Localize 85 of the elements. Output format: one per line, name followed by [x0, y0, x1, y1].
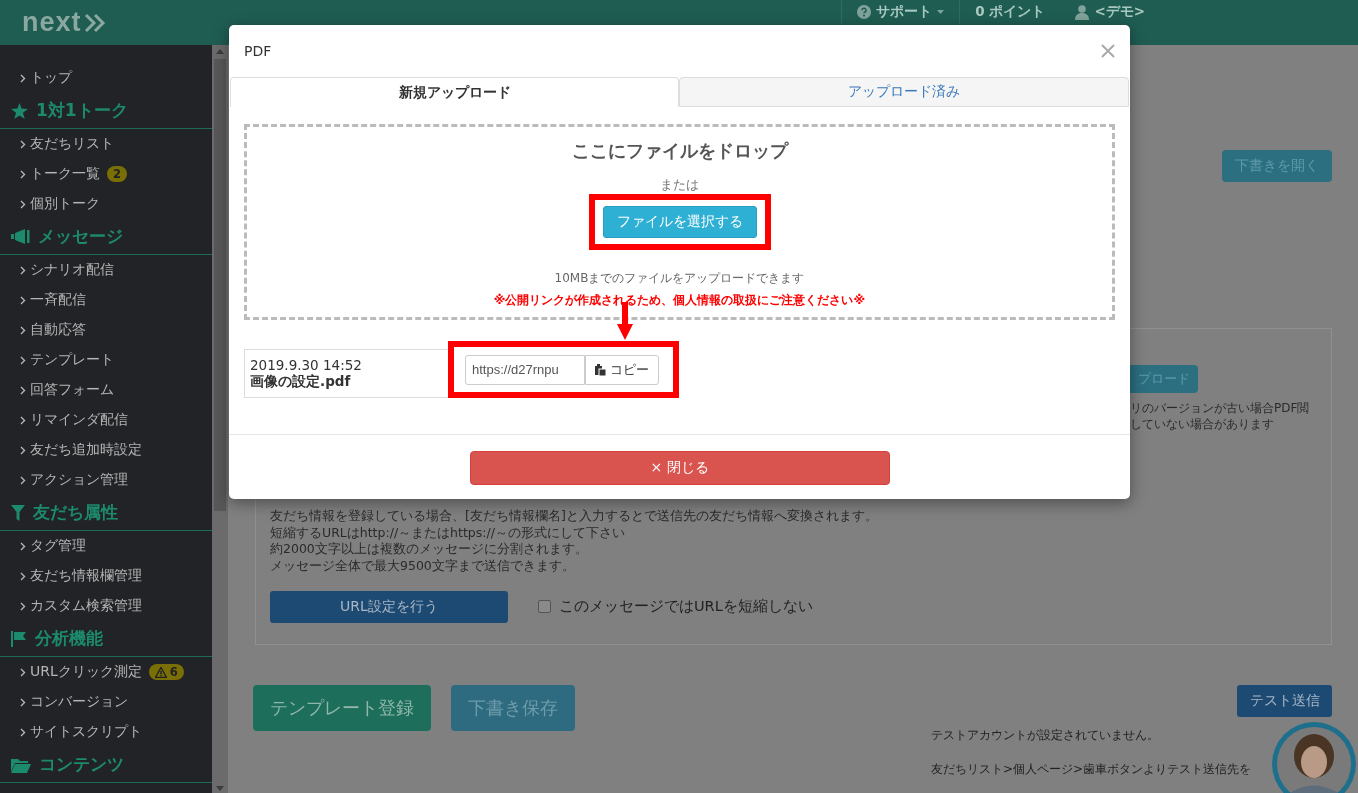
section-heading: コンテンツ: [39, 753, 124, 776]
file-date: 2019.9.30 14:52: [250, 356, 363, 373]
double-chevron-icon: [83, 12, 106, 33]
sidebar-item[interactable]: 友だち情報欄管理: [30, 567, 142, 585]
close-icon[interactable]: [1101, 44, 1115, 58]
tab[interactable]: 新規アップロード: [230, 77, 679, 107]
help-text: メッセージ全体で最大9500文字まで送信できます。: [270, 558, 576, 575]
test-send-button[interactable]: テスト送信: [1237, 685, 1332, 717]
test-note-text: 友だちリスト>個人ページ>歯車ボタンよりテスト送信先を: [931, 761, 1253, 778]
sidebar-item[interactable]: タグ管理: [30, 537, 86, 555]
filter-icon: [11, 504, 25, 521]
chevron-icon: [20, 199, 26, 209]
help-text: 短縮するURLはhttp://～またはhttps://～の形式にして下さい: [270, 524, 626, 542]
chevron-icon: [20, 325, 26, 335]
sidebar-item[interactable]: 友だち追加時設定: [30, 441, 142, 459]
megaphone-icon: [11, 229, 30, 244]
chevron-icon: [20, 265, 26, 275]
chevron-icon: [20, 295, 26, 305]
points-link[interactable]: 0 ポイント: [959, 0, 1061, 24]
chevron-icon: [20, 415, 26, 425]
sidebar-item[interactable]: 回答フォーム: [30, 381, 114, 399]
user-menu[interactable]: <デモ>: [1060, 0, 1160, 24]
copy-button[interactable]: コピー: [585, 354, 659, 385]
drop-zone-title: ここにファイルをドロップ: [571, 140, 788, 163]
chevron-icon: [20, 667, 26, 677]
sidebar-item[interactable]: トップ: [30, 69, 72, 87]
caret-icon: [937, 10, 945, 14]
sidebar-item[interactable]: トーク一覧: [30, 165, 100, 183]
sidebar-item[interactable]: リマインダ配信: [30, 411, 128, 429]
chevron-icon: [20, 475, 26, 485]
or-text: または: [660, 177, 699, 194]
chevron-icon: [20, 697, 26, 707]
star-icon: [11, 102, 28, 119]
user-icon: [1075, 4, 1090, 20]
scrollbar[interactable]: [212, 45, 228, 793]
checkbox[interactable]: [538, 600, 551, 614]
warning-icon: [154, 666, 167, 678]
url-settings-button[interactable]: URL設定を行う: [270, 590, 508, 623]
sidebar-item[interactable]: 個別トーク: [30, 195, 100, 213]
help-text: 友だち情報を登録している場合、[友だち情報欄名]と入力するとで送信先の友だち情報へ変換されます。: [270, 508, 879, 525]
tab[interactable]: アップロード済み: [679, 77, 1129, 107]
checkbox-label[interactable]: このメッセージではURLを短縮しない: [559, 597, 813, 617]
clipboard-icon: [595, 363, 606, 376]
chevron-icon: [20, 601, 26, 611]
sidebar-item[interactable]: カスタム検索管理: [30, 597, 142, 615]
sidebar-item[interactable]: 友だちリスト: [30, 135, 114, 153]
section-heading: 1対1トーク: [36, 99, 128, 122]
section-heading: 友だち属性: [33, 501, 118, 524]
file-name: 画像の設定.pdf: [250, 372, 352, 391]
url-field[interactable]: https://d27rnpu: [465, 354, 585, 385]
scroll-down-icon: [216, 786, 224, 791]
chevron-icon: [20, 169, 26, 179]
sidebar-item[interactable]: アクション管理: [30, 471, 128, 489]
section-heading: メッセージ: [38, 225, 123, 248]
chevron-icon: [20, 139, 26, 149]
chevron-icon: [20, 541, 26, 551]
sidebar-item[interactable]: テンプレート: [30, 351, 114, 369]
warning-badge: 6: [148, 664, 184, 680]
dialog-title: PDF: [244, 43, 272, 59]
sidebar-item[interactable]: サイトスクリプト: [30, 723, 142, 741]
scroll-up-icon: [216, 49, 224, 54]
folder-icon: [11, 756, 31, 773]
chevron-icon: [20, 355, 26, 365]
flag-icon: [11, 630, 27, 647]
scrollbar-thumb[interactable]: [214, 59, 226, 511]
chevron-icon: [20, 445, 26, 455]
support-menu[interactable]: サポート: [841, 0, 960, 24]
sidebar-item[interactable]: 一斉配信: [30, 291, 86, 309]
section-heading: 分析機能: [35, 627, 103, 650]
note-text: していない場合があります: [1130, 416, 1275, 432]
count-badge: 2: [107, 166, 127, 182]
test-note-text: テストアカウントが設定されていません。: [931, 727, 1160, 744]
help-icon: [857, 5, 872, 19]
size-limit-text: 10MBまでのファイルをアップロードできます: [554, 270, 805, 287]
chevron-icon: [20, 727, 26, 737]
note-text: リのバージョンが古い場合PDF閲: [1130, 400, 1310, 416]
sidebar-item[interactable]: URLクリック測定: [30, 663, 142, 681]
sidebar-item[interactable]: シナリオ配信: [30, 261, 114, 279]
sidebar-item[interactable]: 自動応答: [30, 321, 86, 339]
sidebar-item[interactable]: コンバージョン: [30, 693, 128, 711]
chevron-icon: [20, 385, 26, 395]
help-text: 約2000文字以上は複数のメッセージに分割されます。: [270, 541, 589, 559]
close-button[interactable]: × 閉じる: [469, 451, 890, 485]
chevron-icon: [20, 73, 26, 83]
chevron-icon: [20, 571, 26, 581]
